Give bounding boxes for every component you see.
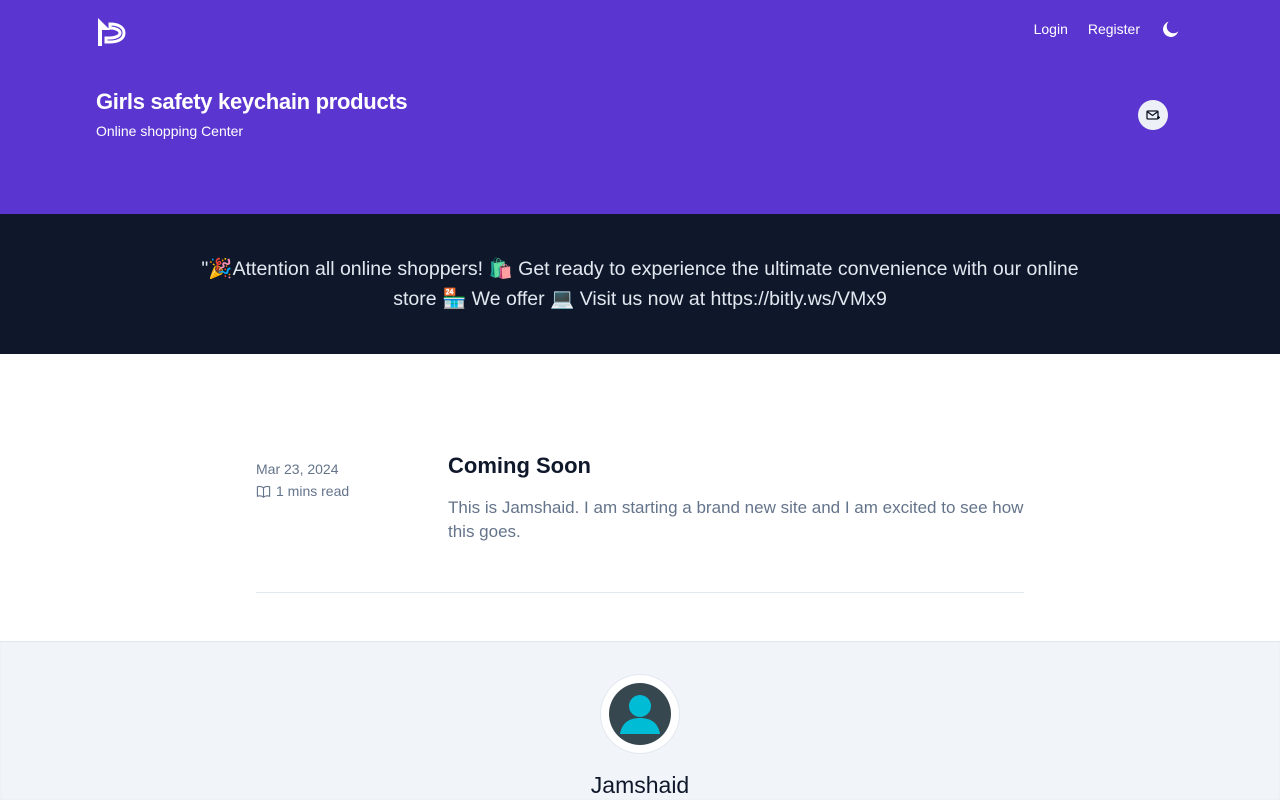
avatar[interactable]: [600, 674, 680, 754]
announcement-banner: "🎉Attention all online shoppers! 🛍️ Get …: [0, 214, 1280, 354]
moon-icon[interactable]: [1160, 18, 1182, 40]
site-subtitle: Online shopping Center: [96, 123, 244, 139]
author-section: Jamshaid: [0, 641, 1280, 800]
logo-icon[interactable]: [96, 16, 126, 48]
post-date: Mar 23, 2024: [256, 461, 339, 477]
mail-plus-icon: [1146, 110, 1160, 120]
post-excerpt: This is Jamshaid. I am starting a brand …: [448, 498, 1024, 541]
user-avatar-icon: [609, 683, 671, 745]
post-title[interactable]: Coming Soon: [448, 453, 591, 479]
top-nav: Login Register: [1034, 18, 1182, 40]
subscribe-button[interactable]: [1138, 100, 1168, 130]
site-header: Login Register Girls safety keychain pro…: [0, 0, 1280, 214]
read-time: 1 mins read: [256, 483, 349, 499]
book-open-icon: [256, 485, 271, 498]
post-divider: [256, 592, 1024, 593]
register-link[interactable]: Register: [1088, 21, 1140, 37]
read-time-label: 1 mins read: [276, 483, 350, 499]
login-link[interactable]: Login: [1034, 21, 1068, 37]
post-list: Mar 23, 2024 1 mins read Coming Soon Thi…: [0, 354, 1280, 641]
author-name: Jamshaid: [590, 772, 690, 798]
site-title: Girls safety keychain products: [96, 89, 408, 114]
announcement-text: "🎉Attention all online shoppers! 🛍️ Get …: [201, 258, 1079, 310]
